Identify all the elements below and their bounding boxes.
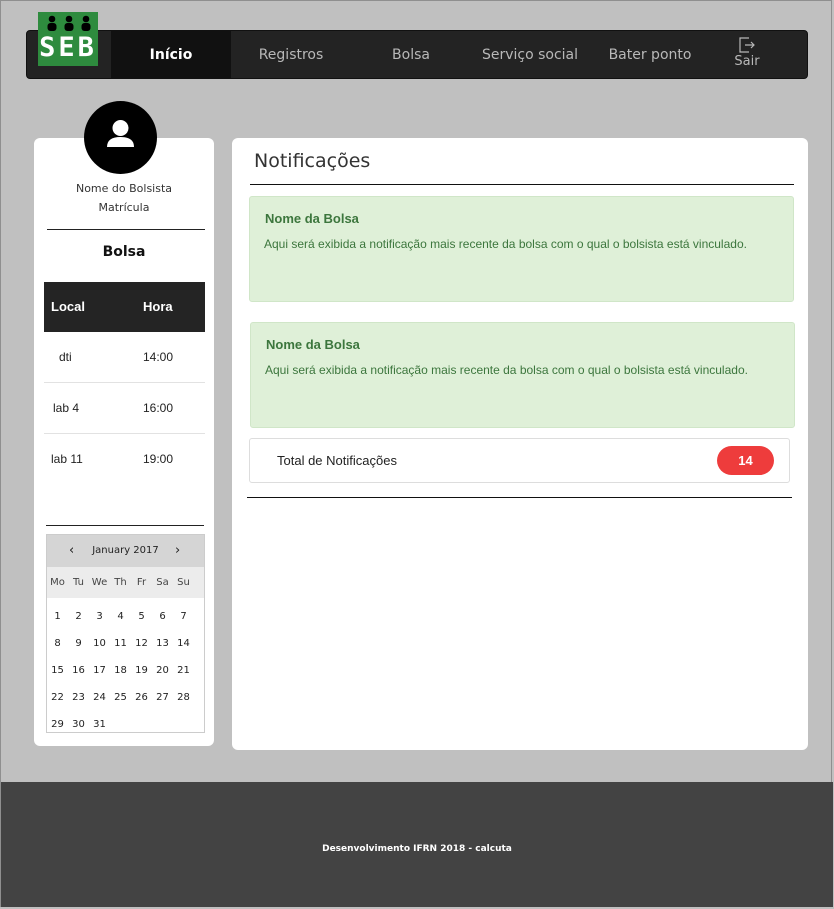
- calendar-widget: January 2017 ‹ › Mo Tu We Th Fr Sa Su 12…: [46, 534, 205, 733]
- table-row: lab 4 16:00: [44, 383, 205, 434]
- chevron-left-icon[interactable]: ‹: [69, 543, 74, 558]
- row-local: lab 11: [51, 452, 83, 466]
- calendar-day[interactable]: 31: [89, 711, 110, 738]
- weekday: Fr: [136, 577, 147, 588]
- calendar-day[interactable]: 24: [89, 684, 110, 711]
- notification-card[interactable]: Nome da Bolsa Aqui será exibida a notifi…: [250, 322, 795, 428]
- calendar-day[interactable]: 4: [110, 603, 131, 630]
- calendar-day[interactable]: 16: [68, 657, 89, 684]
- avatar[interactable]: [84, 101, 157, 174]
- calendar-day[interactable]: 27: [152, 684, 173, 711]
- people-icon: [47, 15, 91, 31]
- table-row: dti 14:00: [44, 332, 205, 383]
- nav-bater-ponto[interactable]: Bater ponto: [590, 31, 710, 78]
- notification-title: Nome da Bolsa: [266, 337, 360, 352]
- bolsa-heading: Bolsa: [102, 244, 146, 260]
- weekday: Th: [114, 577, 127, 588]
- logo-text: SEB: [39, 32, 97, 63]
- calendar-day[interactable]: 30: [68, 711, 89, 738]
- row-local: dti: [59, 350, 72, 364]
- bolsista-registration: Matrícula: [98, 201, 150, 214]
- calendar-day[interactable]: 9: [68, 630, 89, 657]
- divider: [250, 184, 794, 185]
- calendar-day[interactable]: 15: [47, 657, 68, 684]
- notification-body: Aqui será exibida a notificação mais rec…: [265, 363, 748, 377]
- nav-inicio[interactable]: Início: [111, 31, 231, 78]
- weekday: We: [91, 577, 108, 588]
- calendar-day[interactable]: 8: [47, 630, 68, 657]
- col-local-header: Local: [51, 299, 85, 314]
- calendar-day[interactable]: 26: [131, 684, 152, 711]
- calendar-day[interactable]: 5: [131, 603, 152, 630]
- calendar-day[interactable]: 25: [110, 684, 131, 711]
- row-hora: 19:00: [143, 452, 174, 466]
- calendar-day[interactable]: 23: [68, 684, 89, 711]
- calendar-day[interactable]: 17: [89, 657, 110, 684]
- weekday: Sa: [156, 577, 169, 588]
- profile-sidebar: Nome do Bolsista Matrícula Bolsa Local H…: [34, 138, 214, 746]
- footer-text: Desenvolvimento IFRN 2018 - calcuta: [322, 844, 512, 854]
- col-hora-header: Hora: [143, 299, 173, 314]
- logout-label: Sair: [734, 54, 760, 69]
- calendar-day[interactable]: 29: [47, 711, 68, 738]
- calendar-day[interactable]: 11: [110, 630, 131, 657]
- notifications-total[interactable]: Total de Notificações 14: [249, 438, 790, 483]
- notification-card[interactable]: Nome da Bolsa Aqui será exibida a notifi…: [249, 196, 794, 302]
- nav-registros[interactable]: Registros: [231, 31, 351, 78]
- calendar-day[interactable]: 1: [47, 603, 68, 630]
- row-hora: 16:00: [143, 401, 174, 415]
- user-icon: [107, 120, 134, 147]
- notification-title: Nome da Bolsa: [265, 211, 359, 226]
- calendar-day[interactable]: 22: [47, 684, 68, 711]
- calendar-day[interactable]: 21: [173, 657, 194, 684]
- calendar-day[interactable]: 20: [152, 657, 173, 684]
- notifications-panel: Notificações Nome da Bolsa Aqui será exi…: [232, 138, 808, 750]
- logout-button[interactable]: Sair: [727, 37, 767, 69]
- nav-bolsa[interactable]: Bolsa: [351, 31, 471, 78]
- calendar-day[interactable]: 12: [131, 630, 152, 657]
- schedule-table-header: Local Hora: [44, 282, 205, 332]
- calendar-day[interactable]: 7: [173, 603, 194, 630]
- calendar-day[interactable]: 2: [68, 603, 89, 630]
- notification-body: Aqui será exibida a notificação mais rec…: [264, 237, 747, 251]
- calendar-day[interactable]: 6: [152, 603, 173, 630]
- top-navbar: Início Registros Bolsa Serviço social Ba…: [26, 30, 808, 79]
- weekday: Tu: [73, 577, 84, 588]
- weekday: Su: [177, 577, 190, 588]
- total-label: Total de Notificações: [277, 453, 397, 468]
- divider: [47, 229, 205, 230]
- calendar-days: 1 2 3 4 5 6 7 8 9 10 11 12 13 14 15 16 17 18 19 20 21 22 23 24 2…: [47, 603, 204, 738]
- calendar-day[interactable]: 3: [89, 603, 110, 630]
- row-local: lab 4: [53, 401, 80, 415]
- divider: [46, 525, 204, 526]
- calendar-day[interactable]: 18: [110, 657, 131, 684]
- chevron-right-icon[interactable]: ›: [175, 543, 180, 558]
- nav-servico-social[interactable]: Serviço social: [470, 31, 590, 78]
- logout-icon: [739, 37, 755, 53]
- page-title: Notificações: [254, 150, 371, 172]
- count-badge: 14: [717, 446, 774, 475]
- calendar-day[interactable]: 10: [89, 630, 110, 657]
- calendar-header: January 2017 ‹ ›: [47, 535, 204, 567]
- calendar-day[interactable]: 19: [131, 657, 152, 684]
- footer: Desenvolvimento IFRN 2018 - calcuta: [1, 782, 833, 907]
- bolsista-name: Nome do Bolsista: [75, 182, 173, 195]
- calendar-day[interactable]: 14: [173, 630, 194, 657]
- weekday: Mo: [50, 577, 65, 588]
- calendar-day[interactable]: 13: [152, 630, 173, 657]
- divider: [247, 497, 792, 498]
- table-row: lab 11 19:00: [44, 434, 205, 484]
- calendar-weekdays: Mo Tu We Th Fr Sa Su: [47, 567, 204, 598]
- seb-logo[interactable]: SEB: [38, 12, 98, 66]
- calendar-day[interactable]: 28: [173, 684, 194, 711]
- row-hora: 14:00: [143, 350, 174, 364]
